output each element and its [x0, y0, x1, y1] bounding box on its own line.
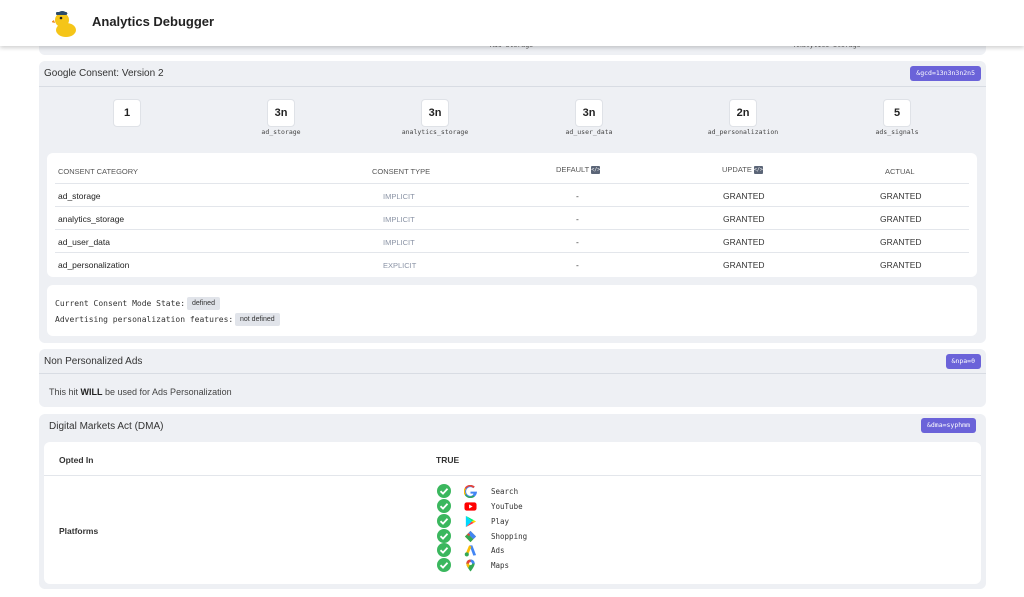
row-type: EXPLICIT: [383, 261, 417, 270]
google-ads-icon: [464, 545, 477, 557]
platform-row-ads: Ads: [437, 543, 637, 558]
google-play-icon: [465, 515, 477, 528]
header-actual: ACTUAL: [885, 167, 915, 176]
header-update: UPDATE </>: [722, 165, 763, 175]
row-actual: GRANTED: [880, 214, 922, 224]
platform-row-play: Play: [437, 514, 637, 529]
dma-panel-title: Digital Markets Act (DMA): [49, 421, 164, 432]
ad-features-label: Advertising personalization features:: [55, 315, 234, 324]
opted-in-value: TRUE: [436, 455, 460, 465]
ad-personalization-box: 2n: [729, 99, 757, 127]
row-category: ad_user_data: [58, 237, 110, 247]
google-shopping-icon: [464, 530, 477, 543]
ad-user-data-box: 3n: [575, 99, 603, 127]
row-divider: [55, 229, 969, 230]
code-icon[interactable]: </>: [591, 166, 600, 175]
npa-text-after: be used for Ads Personalization: [102, 387, 232, 397]
consent-mode-value: defined: [187, 297, 220, 310]
row-update: GRANTED: [723, 214, 765, 224]
row-default: -: [576, 260, 579, 270]
row-category: ad_personalization: [58, 260, 130, 270]
platform-name: YouTube: [491, 502, 523, 511]
platform-row-shopping: Shopping: [437, 529, 637, 544]
platforms-label: Platforms: [59, 526, 99, 536]
youtube-icon: [464, 502, 477, 511]
ad-storage-box-label: ad_storage: [261, 128, 301, 136]
npa-panel-header: Non Personalized Ads &npa=0: [39, 349, 986, 374]
consent-state-card: Current Consent Mode State: defined Adve…: [47, 285, 977, 336]
ads-signals-box-label: ads_signals: [875, 128, 919, 136]
row-category: analytics_storage: [58, 214, 125, 224]
code-icon[interactable]: </>: [753, 166, 763, 175]
dma-panel-header: Digital Markets Act (DMA) &dma=syphmm: [39, 414, 986, 440]
top-bar: Analytics Debugger: [0, 0, 1024, 46]
row-type: IMPLICIT: [383, 215, 415, 224]
row-category: ad_storage: [58, 191, 101, 201]
ads-signals-box: 5: [883, 99, 911, 127]
consent-table: CONSENT CATEGORY CONSENT TYPE DEFAULT </>…: [47, 153, 977, 277]
check-circle-icon: [437, 484, 451, 498]
header-consent-type: CONSENT TYPE: [372, 167, 431, 176]
consent-mode-label: Current Consent Mode State:: [55, 299, 186, 308]
gcd-badge[interactable]: &gcd=13n3n3n2n5: [910, 66, 981, 81]
check-circle-icon: [437, 499, 451, 513]
row-update: GRANTED: [723, 260, 765, 270]
row-default: -: [576, 214, 579, 224]
dma-badge[interactable]: &dma=syphmm: [920, 418, 976, 433]
platform-name: Ads: [491, 546, 505, 555]
platform-name: Play: [491, 517, 510, 526]
row-default: -: [576, 237, 579, 247]
row-update: GRANTED: [723, 191, 765, 201]
consent-panel-title: Google Consent: Version 2: [44, 68, 164, 79]
consent-panel-header: Google Consent: Version 2 &gcd=13n3n3n2n…: [39, 61, 986, 87]
header-default-label: DEFAULT: [556, 165, 590, 174]
platform-name: Search: [491, 487, 519, 496]
google-icon: [464, 485, 477, 498]
check-circle-icon: [437, 529, 451, 543]
npa-description: This hit WILL be used for Ads Personaliz…: [49, 387, 232, 397]
ad-user-data-box-label: ad_user_data: [565, 128, 613, 136]
platform-row-youtube: YouTube: [437, 499, 637, 514]
app-title: Analytics Debugger: [92, 14, 215, 29]
row-actual: GRANTED: [880, 191, 922, 201]
row-divider: [55, 183, 969, 184]
npa-badge[interactable]: &npa=0: [945, 354, 981, 369]
check-circle-icon: [437, 514, 451, 528]
row-default: -: [576, 191, 579, 201]
analytics-storage-box-label: analytics_storage: [401, 128, 469, 136]
platform-row-search: Search: [437, 484, 637, 499]
npa-panel-title: Non Personalized Ads: [44, 356, 143, 367]
row-update: GRANTED: [723, 237, 765, 247]
row-type: IMPLICIT: [383, 238, 415, 247]
npa-text-before: This hit: [49, 387, 81, 397]
duck-logo-icon: [52, 11, 76, 37]
row-actual: GRANTED: [880, 260, 922, 270]
platform-name: Shopping: [491, 532, 528, 541]
header-update-label: UPDATE: [722, 165, 752, 174]
check-circle-icon: [437, 558, 451, 572]
dma-divider: [44, 475, 981, 476]
ad-personalization-box-label: ad_personalization: [707, 128, 779, 136]
ad-storage-box: 3n: [267, 99, 295, 127]
npa-text-bold: WILL: [80, 387, 103, 397]
header-consent-category: CONSENT CATEGORY: [58, 167, 139, 176]
check-circle-icon: [437, 543, 451, 557]
header-default: DEFAULT </>: [556, 165, 600, 175]
row-divider: [55, 252, 969, 253]
row-type: IMPLICIT: [383, 192, 415, 201]
opted-in-label: Opted In: [59, 455, 94, 465]
ad-features-value: not defined: [235, 313, 280, 326]
platform-row-maps: Maps: [437, 558, 637, 573]
platform-name: Maps: [491, 561, 510, 570]
row-divider: [55, 206, 969, 207]
row-actual: GRANTED: [880, 237, 922, 247]
google-maps-icon: [466, 559, 475, 572]
analytics-storage-box: 3n: [421, 99, 449, 127]
gcd-version-box: 1: [113, 99, 141, 127]
npa-panel: Non Personalized Ads &npa=0 This hit WIL…: [39, 349, 986, 407]
